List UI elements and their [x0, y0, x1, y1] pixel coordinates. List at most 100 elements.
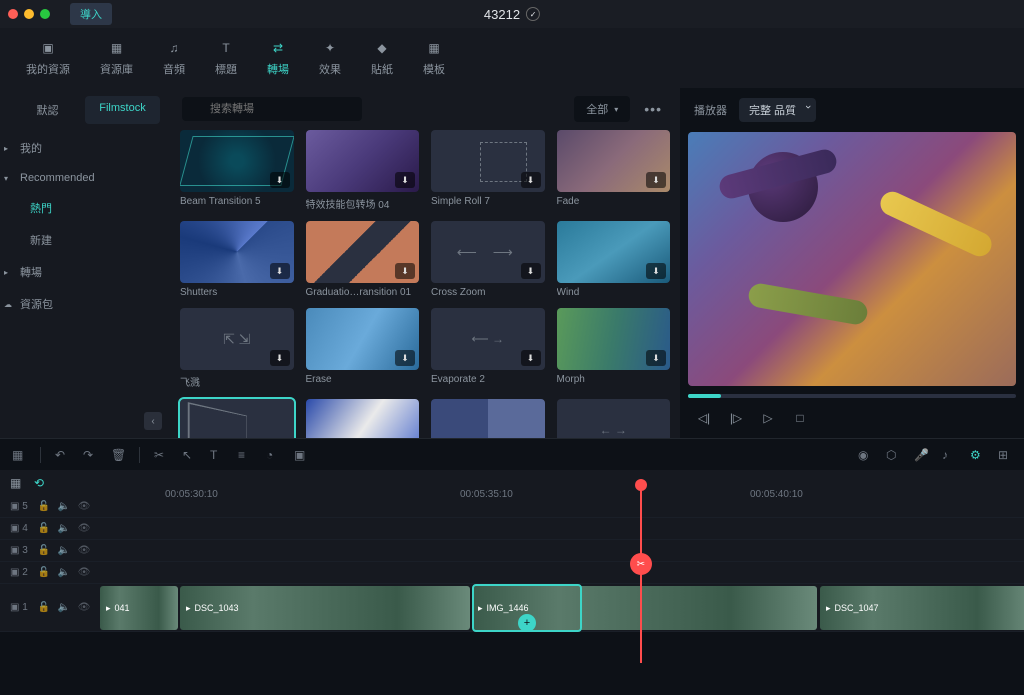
- track-head-2[interactable]: ▣ 3🔓🔈👁: [0, 545, 100, 556]
- collapse-sidebar-button[interactable]: ‹: [144, 412, 162, 430]
- nav-item-5[interactable]: ✦效果: [305, 35, 355, 81]
- track-body[interactable]: [100, 518, 1024, 539]
- apps-icon[interactable]: ▦: [12, 448, 26, 462]
- redo-button[interactable]: ↷: [83, 448, 97, 462]
- transition-card[interactable]: +立方体: [180, 399, 294, 438]
- cut-button[interactable]: ✂: [154, 448, 168, 462]
- preview-viewport[interactable]: [688, 132, 1016, 386]
- video-clip[interactable]: ▸DSC_1047: [820, 586, 1024, 630]
- sidebar-child-1-1[interactable]: 新建: [0, 224, 170, 256]
- mute-icon[interactable]: 🔈: [58, 523, 68, 534]
- play-button[interactable]: ▷: [760, 410, 776, 426]
- import-button[interactable]: 導入: [70, 3, 112, 25]
- download-icon[interactable]: ⬇: [521, 263, 541, 279]
- sidebar-section-3[interactable]: ☁資源包: [0, 288, 170, 320]
- video-track[interactable]: ▸041▸DSC_1043▸IMG_1446▸DSC_1047+: [100, 584, 1024, 631]
- card-thumbnail[interactable]: ⬇: [180, 130, 294, 192]
- sidebar-section-2[interactable]: ▸轉場: [0, 256, 170, 288]
- delete-button[interactable]: 🗑: [111, 448, 125, 462]
- transition-card[interactable]: ⬇Cross Zoom: [431, 221, 545, 298]
- render-button[interactable]: ⚙: [970, 448, 984, 462]
- track-head-1[interactable]: ▣ 4🔓🔈👁: [0, 523, 100, 534]
- card-thumbnail[interactable]: ⬇: [431, 130, 545, 192]
- lock-icon[interactable]: 🔓: [38, 567, 48, 578]
- track-head-3[interactable]: ▣ 2🔓🔈👁: [0, 567, 100, 578]
- card-thumbnail[interactable]: ⬇: [180, 221, 294, 283]
- track-view-icon[interactable]: ▦: [10, 476, 24, 490]
- lock-icon[interactable]: 🔓: [38, 523, 48, 534]
- download-icon[interactable]: ⬇: [521, 172, 541, 188]
- transition-card[interactable]: ⬇Doorway: [431, 399, 545, 438]
- minimize-window-button[interactable]: [24, 9, 34, 19]
- card-thumbnail[interactable]: ⬇: [557, 399, 671, 438]
- track-body[interactable]: [100, 540, 1024, 561]
- next-frame-button[interactable]: |▷: [728, 410, 744, 426]
- tag-button[interactable]: ⬡: [886, 448, 900, 462]
- card-thumbnail[interactable]: ⬇: [431, 221, 545, 283]
- mic-button[interactable]: 🎤: [914, 448, 928, 462]
- card-thumbnail[interactable]: ⬇: [306, 130, 420, 192]
- filter-dropdown[interactable]: 全部▾: [574, 96, 630, 122]
- crop-tool[interactable]: ▣: [294, 448, 308, 462]
- track-body[interactable]: [100, 562, 1024, 583]
- download-icon[interactable]: ⬇: [521, 350, 541, 366]
- visibility-icon[interactable]: 👁: [78, 602, 88, 613]
- nav-item-1[interactable]: ▦資源庫: [86, 35, 147, 81]
- maximize-window-button[interactable]: [40, 9, 50, 19]
- card-thumbnail[interactable]: ⬇: [180, 308, 294, 370]
- transition-card[interactable]: ⬇Graduatio…ransition 01: [306, 221, 420, 298]
- stop-button[interactable]: □: [792, 410, 808, 426]
- lock-icon[interactable]: 🔓: [38, 501, 48, 512]
- prev-frame-button[interactable]: ◁|: [696, 410, 712, 426]
- transition-card[interactable]: ⬇Col Split: [557, 399, 671, 438]
- visibility-icon[interactable]: 👁: [78, 501, 88, 512]
- nav-item-6[interactable]: ◆貼紙: [357, 35, 407, 81]
- nav-item-2[interactable]: ♫音頻: [149, 35, 199, 81]
- transition-card[interactable]: ⬇Simple Roll 7: [431, 130, 545, 211]
- marker-button[interactable]: ◉: [858, 448, 872, 462]
- transition-card[interactable]: ⬇Shutters: [180, 221, 294, 298]
- download-icon[interactable]: ⬇: [395, 172, 415, 188]
- link-tracks-icon[interactable]: ⟲: [34, 476, 48, 490]
- sidebar-section-1[interactable]: ▾Recommended: [0, 164, 170, 192]
- more-options-button[interactable]: •••: [638, 101, 668, 117]
- close-window-button[interactable]: [8, 9, 18, 19]
- speed-tool[interactable]: ◔: [266, 448, 280, 462]
- download-icon[interactable]: ⬇: [646, 263, 666, 279]
- card-thumbnail[interactable]: ⬇: [306, 221, 420, 283]
- sidebar-child-1-0[interactable]: 熱門: [0, 192, 170, 224]
- card-thumbnail[interactable]: ⬇: [557, 130, 671, 192]
- cut-marker-icon[interactable]: ✂: [630, 553, 652, 575]
- tab-default[interactable]: 默認: [10, 96, 85, 124]
- undo-button[interactable]: ↶: [55, 448, 69, 462]
- download-icon[interactable]: ⬇: [646, 350, 666, 366]
- transition-card[interactable]: ⬇Wind: [557, 221, 671, 298]
- transition-card[interactable]: ⬇Special Eff…nsition 02: [306, 399, 420, 438]
- nav-item-3[interactable]: T標題: [201, 35, 251, 81]
- download-icon[interactable]: ⬇: [270, 263, 290, 279]
- mixer-button[interactable]: ♪: [942, 448, 956, 462]
- card-thumbnail[interactable]: ⬇: [431, 399, 545, 438]
- select-tool[interactable]: ↖: [182, 448, 196, 462]
- card-thumbnail[interactable]: +: [180, 399, 294, 438]
- nav-item-0[interactable]: ▣我的資源: [12, 35, 84, 81]
- preview-scrubber[interactable]: [688, 394, 1016, 398]
- download-icon[interactable]: ⬇: [270, 350, 290, 366]
- lock-icon[interactable]: 🔓: [38, 545, 48, 556]
- transition-card[interactable]: ⬇Evaporate 2: [431, 308, 545, 389]
- quality-dropdown[interactable]: 完整 品質: [739, 98, 816, 122]
- mute-icon[interactable]: 🔈: [58, 501, 68, 512]
- transition-card[interactable]: ⬇Erase: [306, 308, 420, 389]
- mute-icon[interactable]: 🔈: [58, 545, 68, 556]
- track-head-video[interactable]: ▣ 1 🔓 🔈 👁: [0, 602, 100, 613]
- download-icon[interactable]: ⬇: [270, 172, 290, 188]
- transition-card[interactable]: ⬇Fade: [557, 130, 671, 211]
- download-icon[interactable]: ⬇: [395, 263, 415, 279]
- search-input[interactable]: [182, 97, 362, 121]
- track-body[interactable]: [100, 496, 1024, 517]
- visibility-icon[interactable]: 👁: [78, 545, 88, 556]
- adjust-tool[interactable]: ≡: [238, 448, 252, 462]
- card-thumbnail[interactable]: ⬇: [306, 308, 420, 370]
- sidebar-section-0[interactable]: ▸我的: [0, 132, 170, 164]
- video-clip[interactable]: ▸DSC_1043: [180, 586, 470, 630]
